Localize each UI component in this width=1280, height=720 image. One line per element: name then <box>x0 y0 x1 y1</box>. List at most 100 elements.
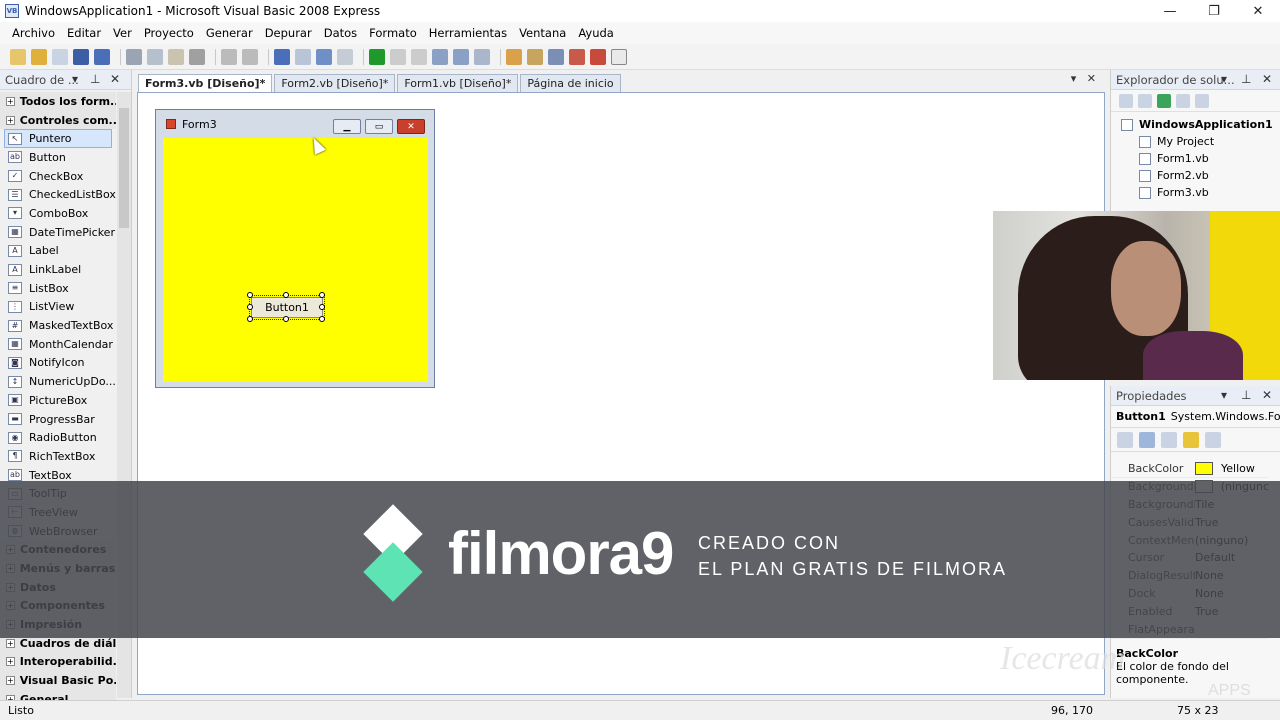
expand-icon[interactable]: + <box>6 676 15 686</box>
restore-icon[interactable]: ❐ <box>1192 0 1236 22</box>
tab-form2-design[interactable]: Form2.vb [Diseño]* <box>274 74 396 92</box>
menu-item-ayuda[interactable]: Ayuda <box>572 26 620 40</box>
tab-form3-design[interactable]: Form3.vb [Diseño]* <box>138 74 273 92</box>
resize-handle[interactable] <box>283 292 289 298</box>
dropdown-icon[interactable]: ▾ <box>1221 72 1227 86</box>
resize-handle[interactable] <box>247 304 253 310</box>
show-all-files-icon[interactable] <box>1138 93 1152 108</box>
close-icon[interactable]: ✕ <box>1262 72 1272 86</box>
tab-dropdown-icon[interactable]: ▾ <box>1071 72 1077 85</box>
categorized-icon[interactable] <box>1117 431 1133 448</box>
tab-form1-design[interactable]: Form1.vb [Diseño]* <box>397 74 519 92</box>
comment-icon[interactable] <box>221 48 237 65</box>
pause-icon[interactable] <box>390 48 406 65</box>
expand-icon[interactable]: + <box>6 638 15 648</box>
properties-window-icon[interactable] <box>527 48 543 65</box>
pin-icon[interactable]: ⊥ <box>1241 388 1251 402</box>
alphabetical-icon[interactable] <box>1139 431 1155 448</box>
stop-icon[interactable] <box>411 48 427 65</box>
tab-start-page[interactable]: Página de inicio <box>520 74 621 92</box>
pin-icon[interactable]: ⊥ <box>1241 72 1251 86</box>
save-all-icon[interactable] <box>94 48 110 65</box>
toolbox-item[interactable]: A LinkLabel <box>0 260 116 279</box>
resize-handle[interactable] <box>247 316 253 322</box>
navigate-forward-icon[interactable] <box>337 48 353 65</box>
menu-item-editar[interactable]: Editar <box>61 26 107 40</box>
toolbox-item[interactable]: ▣ PictureBox <box>0 391 116 410</box>
save-icon[interactable] <box>73 48 89 65</box>
dropdown-icon[interactable]: ▾ <box>1221 388 1227 402</box>
property-pages-icon[interactable] <box>1205 431 1221 448</box>
menu-item-generar[interactable]: Generar <box>200 26 259 40</box>
toolbox-category[interactable]: + Controles com... <box>0 110 116 130</box>
menu-item-proyecto[interactable]: Proyecto <box>138 26 200 40</box>
close-icon[interactable]: ✕ <box>1087 72 1096 85</box>
step-into-icon[interactable] <box>432 48 448 65</box>
toolbox-item[interactable]: ✓ CheckBox <box>0 167 116 186</box>
start-debugging-icon[interactable] <box>369 48 385 65</box>
resize-handle[interactable] <box>319 316 325 322</box>
toolbox-category[interactable]: + Todos los form... <box>0 92 116 111</box>
close-icon[interactable]: ✕ <box>1236 0 1280 22</box>
menu-item-datos[interactable]: Datos <box>318 26 363 40</box>
toolbox-item[interactable]: ◙ NotifyIcon <box>0 354 116 373</box>
start-page-icon[interactable] <box>590 48 606 65</box>
pin-icon[interactable]: ⊥ <box>90 72 100 86</box>
scroll-thumb[interactable] <box>119 108 129 228</box>
button1-control[interactable]: Button1 <box>249 295 325 320</box>
menu-item-archivo[interactable]: Archivo <box>6 26 61 40</box>
expand-icon[interactable]: + <box>6 115 15 125</box>
dropdown-icon[interactable]: ▾ <box>72 72 78 86</box>
toolbox-item[interactable]: ≡ ListBox <box>0 279 116 298</box>
form3-window[interactable]: Form3 ▁ ▭ ✕ <box>155 109 435 388</box>
menu-item-ver[interactable]: Ver <box>107 26 138 40</box>
toolbox-item[interactable]: ▾ ComboBox <box>0 204 116 223</box>
menu-item-ventana[interactable]: Ventana <box>513 26 572 40</box>
property-value[interactable]: Yellow <box>1195 461 1255 475</box>
view-designer-icon[interactable] <box>1195 93 1209 108</box>
open-file-icon[interactable] <box>31 48 47 65</box>
copy-icon[interactable] <box>147 48 163 65</box>
close-icon[interactable]: ✕ <box>110 72 120 86</box>
expand-icon[interactable]: + <box>6 96 15 106</box>
toolbox-item[interactable]: # MaskedTextBox <box>0 316 116 335</box>
view-code-icon[interactable] <box>1176 93 1190 108</box>
tree-item-my-project[interactable]: My Project <box>1111 133 1280 150</box>
navigate-icon[interactable] <box>316 48 332 65</box>
tree-item-form3[interactable]: Form3.vb <box>1111 184 1280 201</box>
step-out-icon[interactable] <box>474 48 490 65</box>
toolbox-item[interactable]: ↖ Puntero <box>4 129 112 149</box>
toolbox-item[interactable]: ▦ MonthCalendar <box>0 335 116 354</box>
toolbox-item[interactable]: A Label <box>0 242 116 261</box>
new-project-icon[interactable] <box>10 48 26 65</box>
resize-handle[interactable] <box>319 304 325 310</box>
toolbox-category[interactable]: + Visual Basic Po... <box>0 671 116 690</box>
properties-icon[interactable] <box>1119 93 1133 108</box>
find-icon[interactable] <box>189 48 205 65</box>
toolbox-category[interactable]: + Interoperabilid... <box>0 652 116 672</box>
property-row[interactable]: BackColor Yellow <box>1111 460 1269 478</box>
events-icon[interactable] <box>1183 431 1199 448</box>
cut-icon[interactable] <box>126 48 142 65</box>
toolbox-item[interactable]: ¶ RichTextBox <box>0 447 116 466</box>
resize-handle[interactable] <box>283 316 289 322</box>
toolbox-item[interactable]: ◉ RadioButton <box>0 428 116 447</box>
form3-client-area[interactable] <box>163 138 428 382</box>
paste-icon[interactable] <box>168 48 184 65</box>
toolbox-item[interactable]: ▬ ProgressBar <box>0 410 116 429</box>
resize-handle[interactable] <box>247 292 253 298</box>
properties-view-icon[interactable] <box>1161 431 1177 448</box>
refresh-icon[interactable] <box>1157 93 1171 108</box>
undo-icon[interactable] <box>274 48 290 65</box>
uncomment-icon[interactable] <box>242 48 258 65</box>
close-icon[interactable]: ✕ <box>1262 388 1272 402</box>
resize-handle[interactable] <box>319 292 325 298</box>
expand-icon[interactable]: + <box>6 657 15 667</box>
step-over-icon[interactable] <box>453 48 469 65</box>
object-selector[interactable]: Button1 System.Windows.For <box>1111 406 1280 428</box>
menu-item-herramientas[interactable]: Herramientas <box>423 26 513 40</box>
redo-icon[interactable] <box>295 48 311 65</box>
tree-item-form1[interactable]: Form1.vb <box>1111 150 1280 167</box>
toolbox-item[interactable]: ⋮ ListView <box>0 298 116 317</box>
toolbox-item[interactable]: ↕ NumericUpDo... <box>0 372 116 391</box>
